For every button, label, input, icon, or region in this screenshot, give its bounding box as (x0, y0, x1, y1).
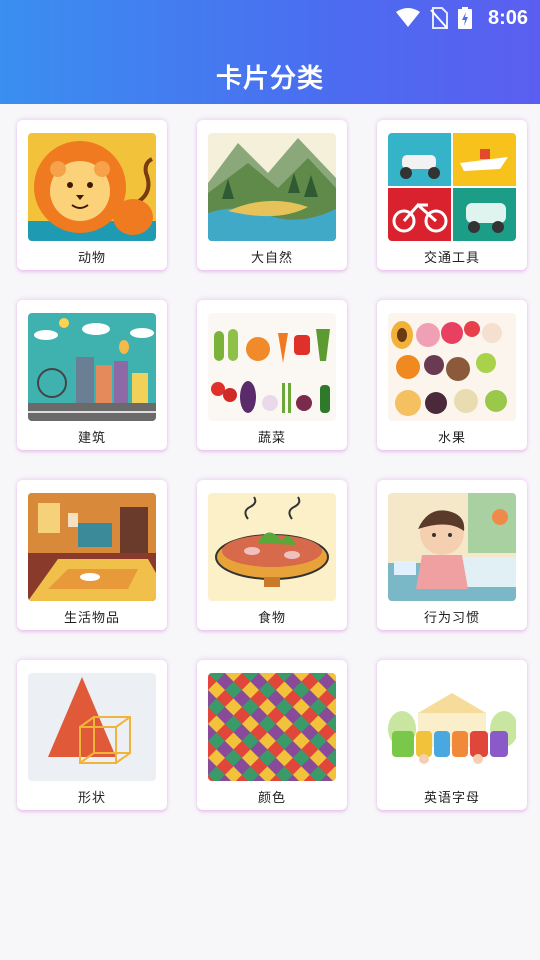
category-card-english[interactable]: 英语字母 (377, 660, 527, 810)
category-card-shapes[interactable]: 形状 (17, 660, 167, 810)
category-card-food[interactable]: 食物 (197, 480, 347, 630)
category-label: 大自然 (250, 251, 293, 266)
category-card-habits[interactable]: 行为习惯 (377, 480, 527, 630)
english-icon (388, 673, 516, 781)
category-card-nature[interactable]: 大自然 (197, 120, 347, 270)
category-card-household[interactable]: 生活物品 (17, 480, 167, 630)
hotpot-icon (208, 493, 336, 601)
category-label: 水果 (437, 431, 466, 446)
page-title: 卡片分类 (215, 64, 324, 94)
room-icon (28, 493, 156, 601)
nature-icon (208, 133, 336, 241)
category-label: 英语字母 (423, 791, 480, 806)
category-card-animals[interactable]: 动物 (17, 120, 167, 270)
category-label: 食物 (257, 611, 286, 626)
category-card-colors[interactable]: 颜色 (197, 660, 347, 810)
category-label: 颜色 (257, 791, 286, 806)
category-label: 交通工具 (423, 251, 480, 266)
no-sim-icon (430, 7, 448, 29)
lion-icon (28, 133, 156, 241)
wifi-icon (395, 8, 420, 27)
category-label: 行为习惯 (423, 611, 480, 626)
category-card-fruits[interactable]: 水果 (377, 300, 527, 450)
category-grid: 动物 大自然 交通工具 建筑 蔬菜 水果 生活物品 食物 行为习惯 形状 颜色 … (17, 120, 527, 810)
colors-icon (208, 673, 336, 781)
child-washing-icon (388, 493, 516, 601)
buildings-icon (28, 313, 156, 421)
category-card-buildings[interactable]: 建筑 (17, 300, 167, 450)
category-label: 形状 (77, 791, 106, 806)
category-label: 建筑 (77, 431, 106, 446)
vegetables-icon (208, 313, 336, 421)
category-card-vehicles[interactable]: 交通工具 (377, 120, 527, 270)
category-label: 动物 (77, 251, 106, 266)
category-card-vegetables[interactable]: 蔬菜 (197, 300, 347, 450)
battery-charging-icon (457, 7, 472, 29)
shapes-icon (28, 673, 156, 781)
category-label: 蔬菜 (257, 431, 286, 446)
status-time: 8:06 (487, 6, 528, 29)
category-label: 生活物品 (63, 611, 120, 626)
vehicles-icon (388, 133, 516, 241)
app-header: 8:06 卡片分类 (0, 0, 540, 104)
status-bar: 8:06 (395, 6, 528, 30)
fruits-icon (388, 313, 516, 421)
